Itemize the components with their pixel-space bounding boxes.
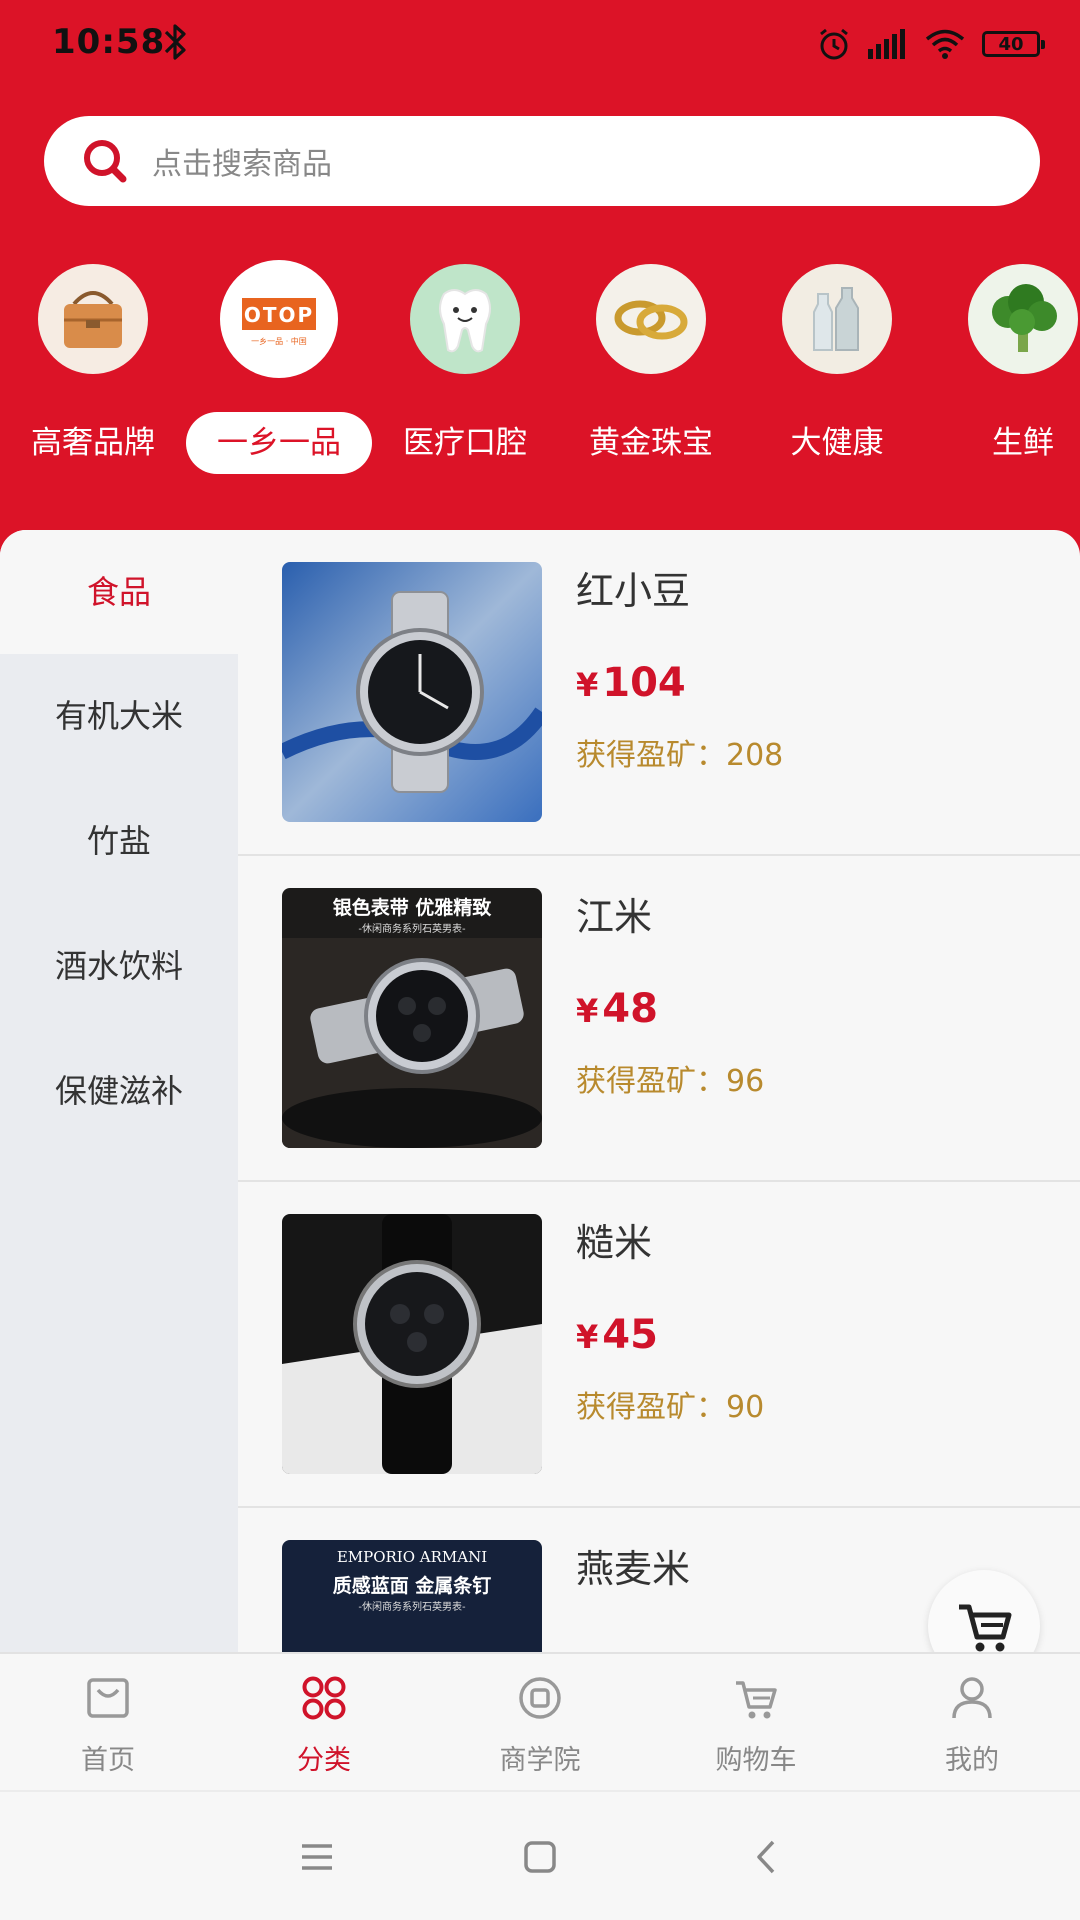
category-label: 一乡一品 xyxy=(186,412,372,474)
cart-icon xyxy=(959,1604,1012,1652)
thumb-sub: -休闲商务系列石英男表- xyxy=(358,922,466,935)
silver-watch-dark-background-image[interactable]: 银色表带 优雅精致 -休闲商务系列石英男表- xyxy=(282,888,542,1148)
price-value: 45 xyxy=(602,1312,658,1358)
product-name: 糙米 xyxy=(576,1221,653,1265)
product-row[interactable]: 糙米 ¥45 获得盈矿：90 xyxy=(238,1182,1080,1508)
category-item-fresh[interactable]: 生鲜 xyxy=(930,262,1080,502)
otop-logo-sub: 一乡一品 · 中国 xyxy=(251,336,307,346)
category-label: 大健康 xyxy=(790,425,884,461)
price-value: 104 xyxy=(602,660,686,706)
category-label: 医疗口腔 xyxy=(403,425,527,461)
battery-level: 40 xyxy=(998,33,1024,55)
tab-label: 首页 xyxy=(81,1745,135,1776)
cart-icon xyxy=(736,1681,777,1719)
currency-symbol: ¥ xyxy=(576,666,599,704)
price-value: 48 xyxy=(602,986,658,1032)
tooth-icon xyxy=(410,264,520,374)
milk-bottles-icon xyxy=(782,264,892,374)
wifi-icon xyxy=(924,28,966,60)
tab-label: 商学院 xyxy=(499,1745,581,1776)
thumb-brand: EMPORIO ARMANI xyxy=(337,1548,487,1566)
system-nav-bar xyxy=(0,1790,1080,1920)
otop-logo-text: OTOP xyxy=(244,303,314,327)
product-reward: 获得盈矿：96 xyxy=(576,1056,764,1100)
sidebar-item-organic-rice[interactable]: 有机大米 xyxy=(0,654,238,778)
category-item-jewelry[interactable]: 黄金珠宝 xyxy=(558,262,744,502)
product-name: 江米 xyxy=(576,895,653,939)
back-icon[interactable] xyxy=(743,1832,793,1882)
thumb-title: 质感蓝面 金属条钉 xyxy=(333,1574,492,1597)
product-row[interactable]: 红小豆 ¥104 获得盈矿：208 xyxy=(238,530,1080,856)
category-item-dental[interactable]: 医疗口腔 xyxy=(372,262,558,502)
product-price: ¥48 xyxy=(576,986,658,1032)
tab-category[interactable]: 分类 xyxy=(216,1654,432,1792)
sidebar-item-food[interactable]: 食品 xyxy=(0,530,238,654)
category-item-otop[interactable]: OTOP 一乡一品 · 中国 一乡一品 xyxy=(186,260,372,502)
category-item-health[interactable]: 大健康 xyxy=(744,262,930,502)
reward-value: 90 xyxy=(726,1390,765,1425)
category-strip: 高奢品牌 OTOP 一乡一品 · 中国 一乡一品 医疗口腔 黄金珠宝 大健康 生… xyxy=(0,260,1080,502)
header: 10:58 40 点击搜索商品 高奢品牌 OTOP 一乡一品 · 中国 一乡一品… xyxy=(0,0,1080,570)
alarm-icon xyxy=(816,26,852,62)
silver-watch-blue-background-image[interactable] xyxy=(282,562,542,822)
search-icon xyxy=(84,140,127,183)
status-time: 10:58 xyxy=(52,22,166,62)
bluetooth-icon xyxy=(164,24,186,60)
product-price: ¥104 xyxy=(576,660,686,706)
tab-cart[interactable]: 购物车 xyxy=(648,1654,864,1792)
status-icons: 40 xyxy=(816,24,1045,64)
category-item-luxury[interactable]: 高奢品牌 xyxy=(0,262,186,502)
reward-value: 96 xyxy=(726,1064,765,1099)
product-list: 红小豆 ¥104 获得盈矿：208 银色表带 优雅精致 -休闲商务系列石英男表- xyxy=(238,530,1080,1652)
armani-watch-image[interactable]: EMPORIO ARMANI 质感蓝面 金属条钉 -休闲商务系列石英男表- xyxy=(282,1540,542,1652)
home-bag-icon xyxy=(87,1678,129,1718)
search-input[interactable]: 点击搜索商品 xyxy=(152,139,332,183)
tab-academy[interactable]: 商学院 xyxy=(432,1654,648,1792)
tab-home[interactable]: 首页 xyxy=(0,1654,216,1792)
home-square-icon[interactable] xyxy=(515,1832,565,1882)
category-label: 黄金珠宝 xyxy=(589,425,713,461)
product-reward: 获得盈矿：90 xyxy=(576,1382,764,1426)
currency-symbol: ¥ xyxy=(576,1318,599,1356)
academy-icon xyxy=(519,1677,561,1719)
content-panel: 食品 有机大米 竹盐 酒水饮料 保健滋补 红小豆 ¥ 104 获得盈矿：208 … xyxy=(0,530,1080,1652)
search-bar[interactable]: 点击搜索商品 xyxy=(44,116,1040,206)
sidebar-item-health-supplements[interactable]: 保健滋补 xyxy=(0,1029,238,1153)
reward-value: 208 xyxy=(726,738,784,773)
tab-label: 分类 xyxy=(297,1745,351,1776)
category-label: 高奢品牌 xyxy=(31,425,155,461)
product-name: 燕麦米 xyxy=(576,1547,691,1591)
thumb-sub: -休闲商务系列石英男表- xyxy=(358,1600,466,1613)
leather-watch-image[interactable] xyxy=(282,1214,542,1474)
menu-icon[interactable] xyxy=(292,1832,342,1882)
category-grid-icon xyxy=(302,1676,346,1720)
signal-icon xyxy=(868,29,908,59)
product-reward: 获得盈矿：208 xyxy=(576,730,783,774)
battery-icon: 40 xyxy=(982,31,1045,57)
sidebar: 食品 有机大米 竹盐 酒水饮料 保健滋补 xyxy=(0,530,238,1652)
bottom-tab-bar: 首页 分类 商学院 购物车 我的 xyxy=(0,1652,1080,1790)
status-bar: 10:58 40 xyxy=(0,0,1080,90)
tab-label: 我的 xyxy=(945,1745,999,1776)
user-icon xyxy=(952,1677,992,1719)
reward-label: 获得盈矿： xyxy=(576,1064,726,1099)
category-label: 生鲜 xyxy=(992,425,1054,461)
broccoli-icon xyxy=(968,264,1078,374)
handbag-icon xyxy=(38,264,148,374)
sidebar-item-bamboo-salt[interactable]: 竹盐 xyxy=(0,779,238,903)
sidebar-item-drinks[interactable]: 酒水饮料 xyxy=(0,904,238,1028)
currency-symbol: ¥ xyxy=(576,992,599,1030)
gold-rings-icon xyxy=(596,264,706,374)
tab-profile[interactable]: 我的 xyxy=(864,1654,1080,1792)
product-name: 红小豆 xyxy=(576,569,691,613)
product-row[interactable]: 银色表带 优雅精致 -休闲商务系列石英男表- 江米 ¥48 获得盈矿：96 xyxy=(238,856,1080,1182)
reward-label: 获得盈矿： xyxy=(576,1390,726,1425)
thumb-title: 银色表带 优雅精致 xyxy=(333,896,493,919)
product-price: ¥45 xyxy=(576,1312,658,1358)
tab-label: 购物车 xyxy=(715,1745,797,1776)
reward-label: 获得盈矿： xyxy=(576,738,726,773)
otop-logo-icon: OTOP 一乡一品 · 中国 xyxy=(220,260,338,378)
